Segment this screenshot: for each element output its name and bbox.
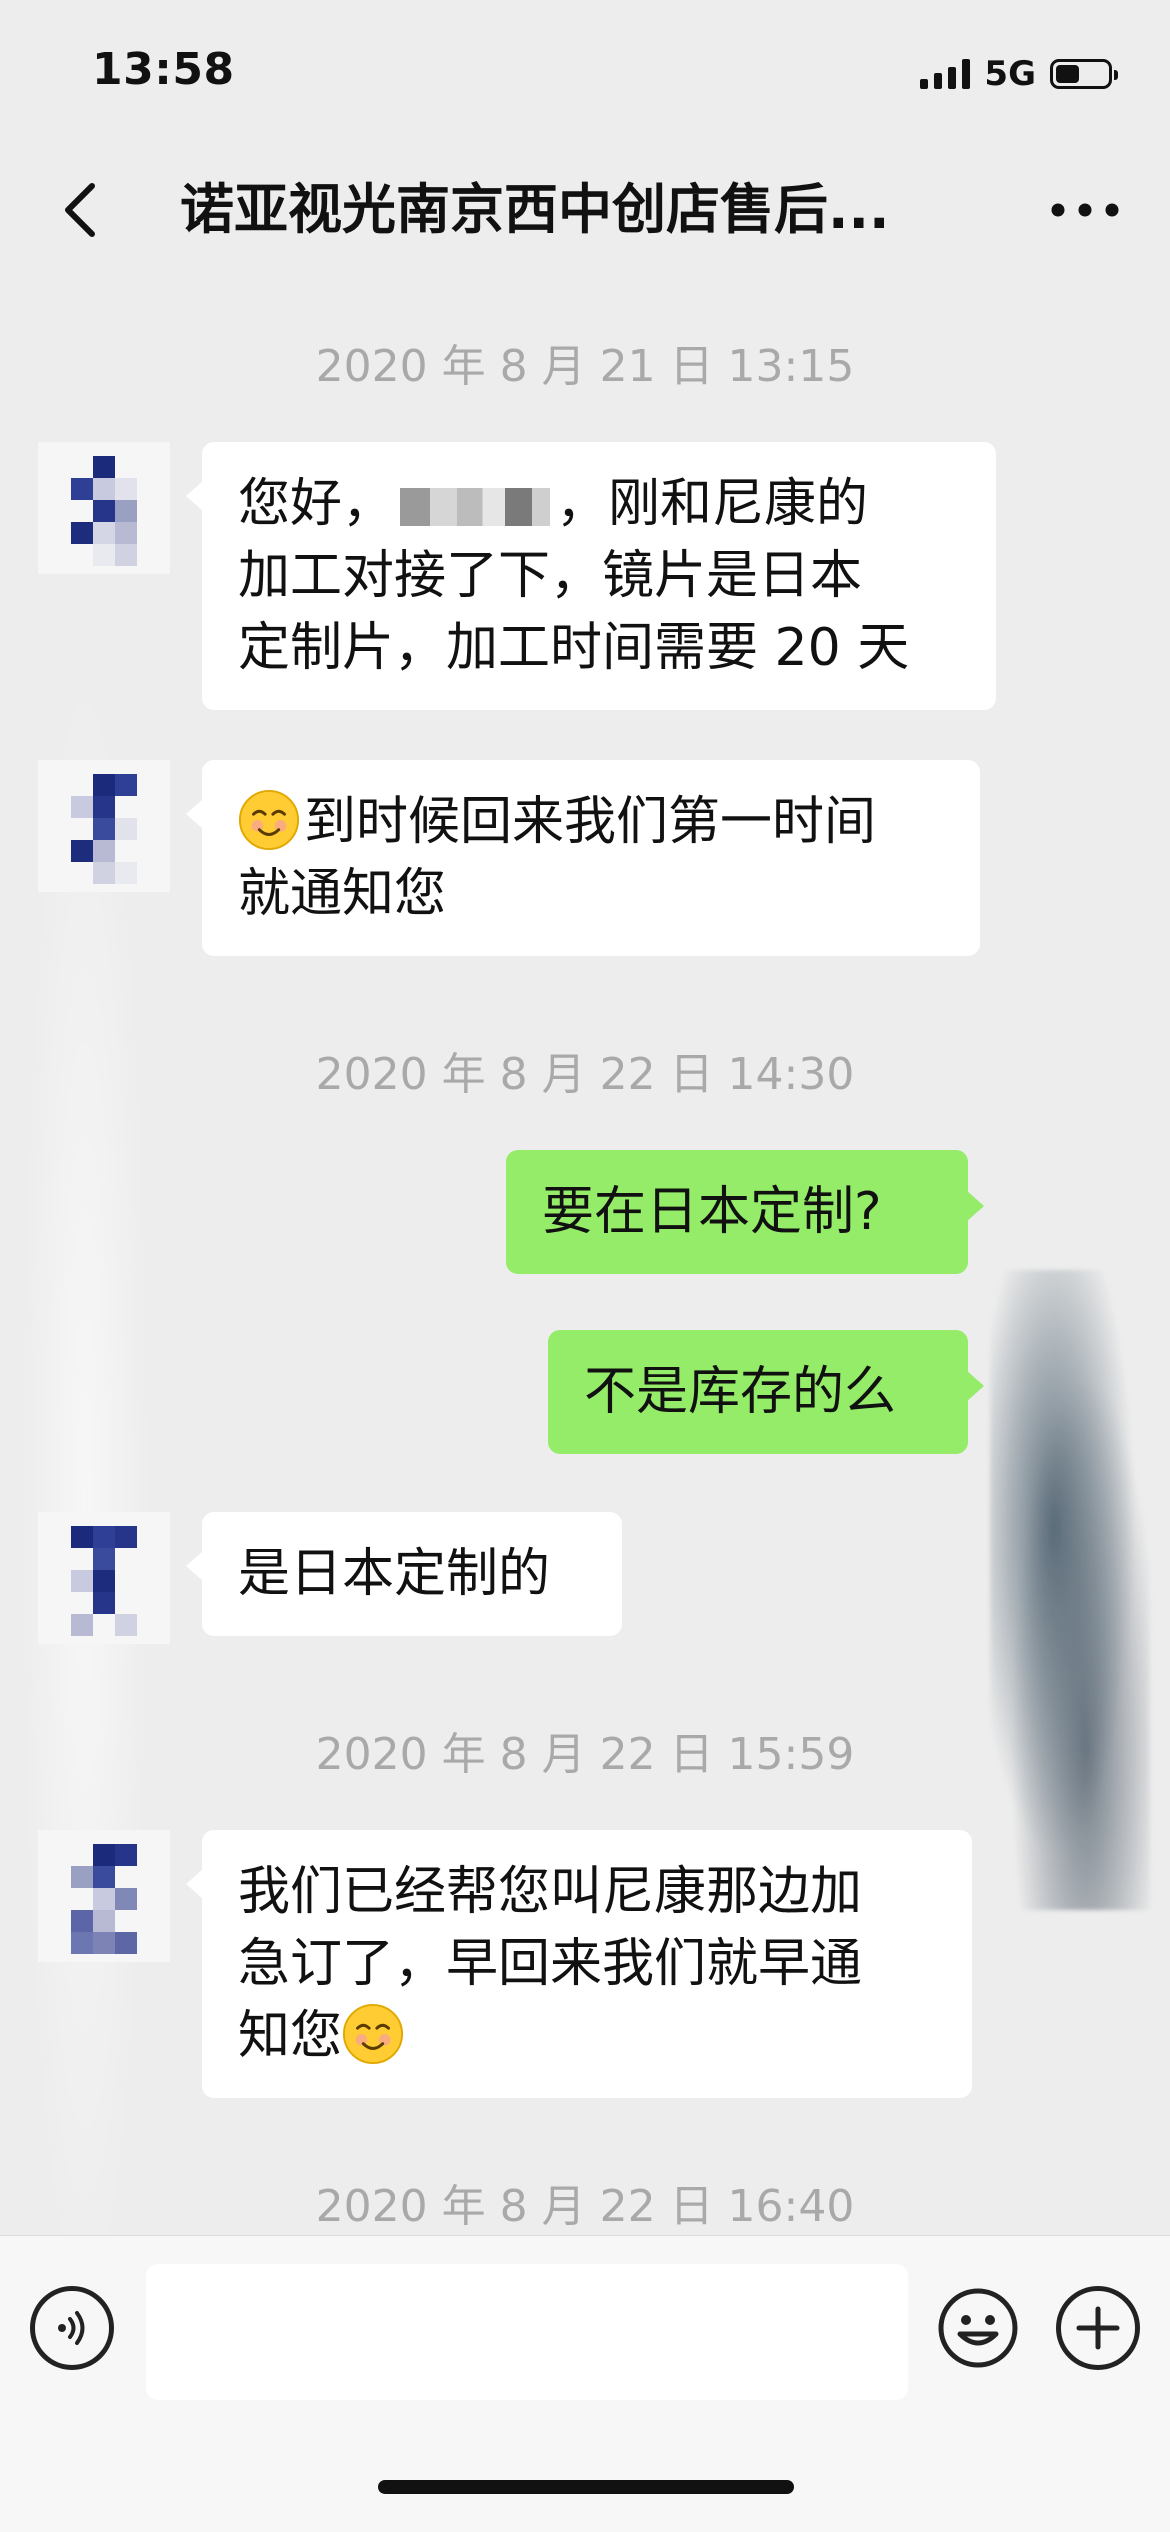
message-line: 定制片，加工时间需要 20 天 <box>238 618 910 678</box>
message-line: 要在日本定制? <box>542 1182 882 1242</box>
message-line: 是日本定制的 <box>238 1544 551 1604</box>
smiley-emoji <box>342 2003 404 2065</box>
plus-icon <box>1076 2306 1120 2350</box>
redacted-name <box>400 488 551 526</box>
timestamp: 2020 年 8 月 22 日 15:59 <box>315 1729 855 1780</box>
network-label: 5G <box>984 54 1036 94</box>
message-bubble[interactable]: 是日本定制的 <box>186 1512 622 1636</box>
message-line: 加工对接了下，镜片是日本 <box>238 546 863 606</box>
message-bubble[interactable]: 到时候回来我们第一时间 就通知您 <box>186 760 980 956</box>
timestamp: 2020 年 8 月 22 日 16:40 <box>315 2181 855 2232</box>
message-bubble[interactable]: 您好， ，刚和尼康的 加工对接了下，镜片是日本 定制片，加工时间需要 20 天 <box>186 442 996 710</box>
smiley-emoji <box>238 789 300 851</box>
avatar[interactable] <box>38 1830 170 1962</box>
message-line: 到时候回来我们第一时间 <box>238 786 944 858</box>
timestamp: 2020 年 8 月 21 日 13:15 <box>315 341 855 392</box>
more-button[interactable] <box>1040 170 1130 250</box>
avatar[interactable] <box>38 442 170 574</box>
message-line: 知您 <box>238 2000 936 2072</box>
voice-button[interactable] <box>30 2286 114 2370</box>
status-indicators: 5G <box>920 54 1118 94</box>
chat-title: 诺亚视光南京西中创店售后... <box>180 178 890 241</box>
message-line: 急订了，早回来我们就早通 <box>238 1934 863 1994</box>
message-input[interactable] <box>146 2264 908 2400</box>
chat-screen: 13:58 5G 诺亚视光南京西中创店售后... 2020 年 8 月 21 日… <box>0 0 1170 2532</box>
timestamp: 2020 年 8 月 22 日 14:30 <box>315 1049 855 1100</box>
message-bubble-self[interactable]: 不是库存的么 <box>548 1330 984 1454</box>
message-line: 您好， ，刚和尼康的 <box>238 474 869 534</box>
chevron-left-icon <box>65 183 95 237</box>
nav-bar: 诺亚视光南京西中创店售后... <box>0 150 1170 270</box>
more-dots-icon <box>1051 203 1119 217</box>
message-bubble-self[interactable]: 要在日本定制? <box>506 1150 984 1274</box>
emoji-icon <box>938 2288 1018 2368</box>
message-line: 我们已经帮您叫尼康那边加 <box>238 1862 863 1922</box>
status-bar: 13:58 5G <box>0 0 1170 150</box>
signal-icon <box>920 59 971 89</box>
avatar[interactable] <box>38 1512 170 1644</box>
voice-icon <box>58 2311 85 2345</box>
message-list[interactable]: 2020 年 8 月 21 日 13:15 您好， ，刚和尼康的 加工对接了下，镜… <box>0 270 1170 2235</box>
redaction-smudge <box>990 1270 1150 1910</box>
battery-level <box>1056 65 1079 83</box>
avatar[interactable] <box>38 760 170 892</box>
emoji-button[interactable] <box>936 2286 1020 2370</box>
message-line: 就通知您 <box>238 864 447 924</box>
status-time: 13:58 <box>92 44 235 95</box>
plus-button[interactable] <box>1056 2286 1140 2370</box>
battery-icon <box>1050 59 1118 89</box>
message-line: 不是库存的么 <box>584 1362 897 1422</box>
message-bubble[interactable]: 我们已经帮您叫尼康那边加 急订了，早回来我们就早通 知您 <box>186 1830 972 2098</box>
back-button[interactable] <box>40 170 120 250</box>
home-indicator[interactable] <box>378 2480 794 2494</box>
